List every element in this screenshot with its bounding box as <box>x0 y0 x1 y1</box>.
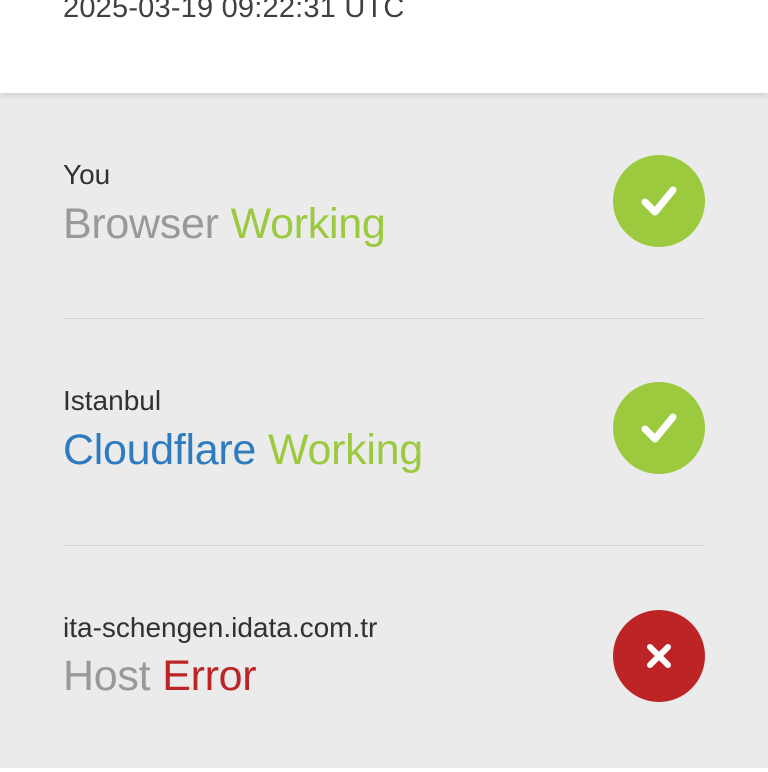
row-status-line: Cloudflare Working <box>63 426 423 475</box>
status-panel: You Browser Working Istanbul Cloudflare Wo… <box>0 93 768 768</box>
status-row-cloudflare: Istanbul Cloudflare Working <box>0 319 768 545</box>
page-header: 2025-03-19 09:22:31 UTC <box>0 0 768 93</box>
row-status-text: Working <box>268 426 423 474</box>
row-status-text: Working <box>230 200 386 248</box>
row-status-line: Browser Working <box>63 200 386 249</box>
status-row-browser: You Browser Working <box>0 93 768 319</box>
row-component-name: Cloudflare <box>63 426 256 474</box>
status-row-host: ita-schengen.idata.com.tr Host Error <box>0 546 768 772</box>
row-location-label: You <box>63 159 111 190</box>
check-icon <box>641 413 677 443</box>
x-icon <box>647 644 671 668</box>
status-ok-badge <box>613 382 705 474</box>
check-icon <box>641 186 677 216</box>
timestamp: 2025-03-19 09:22:31 UTC <box>63 0 405 24</box>
row-location-label: ita-schengen.idata.com.tr <box>63 612 378 643</box>
row-status-line: Host Error <box>63 652 257 701</box>
status-ok-badge <box>613 155 705 247</box>
row-component-name: Host <box>63 652 151 700</box>
row-status-text: Error <box>162 652 257 700</box>
row-component-name: Browser <box>63 200 219 248</box>
status-error-badge <box>613 610 705 702</box>
row-location-label: Istanbul <box>63 385 162 416</box>
